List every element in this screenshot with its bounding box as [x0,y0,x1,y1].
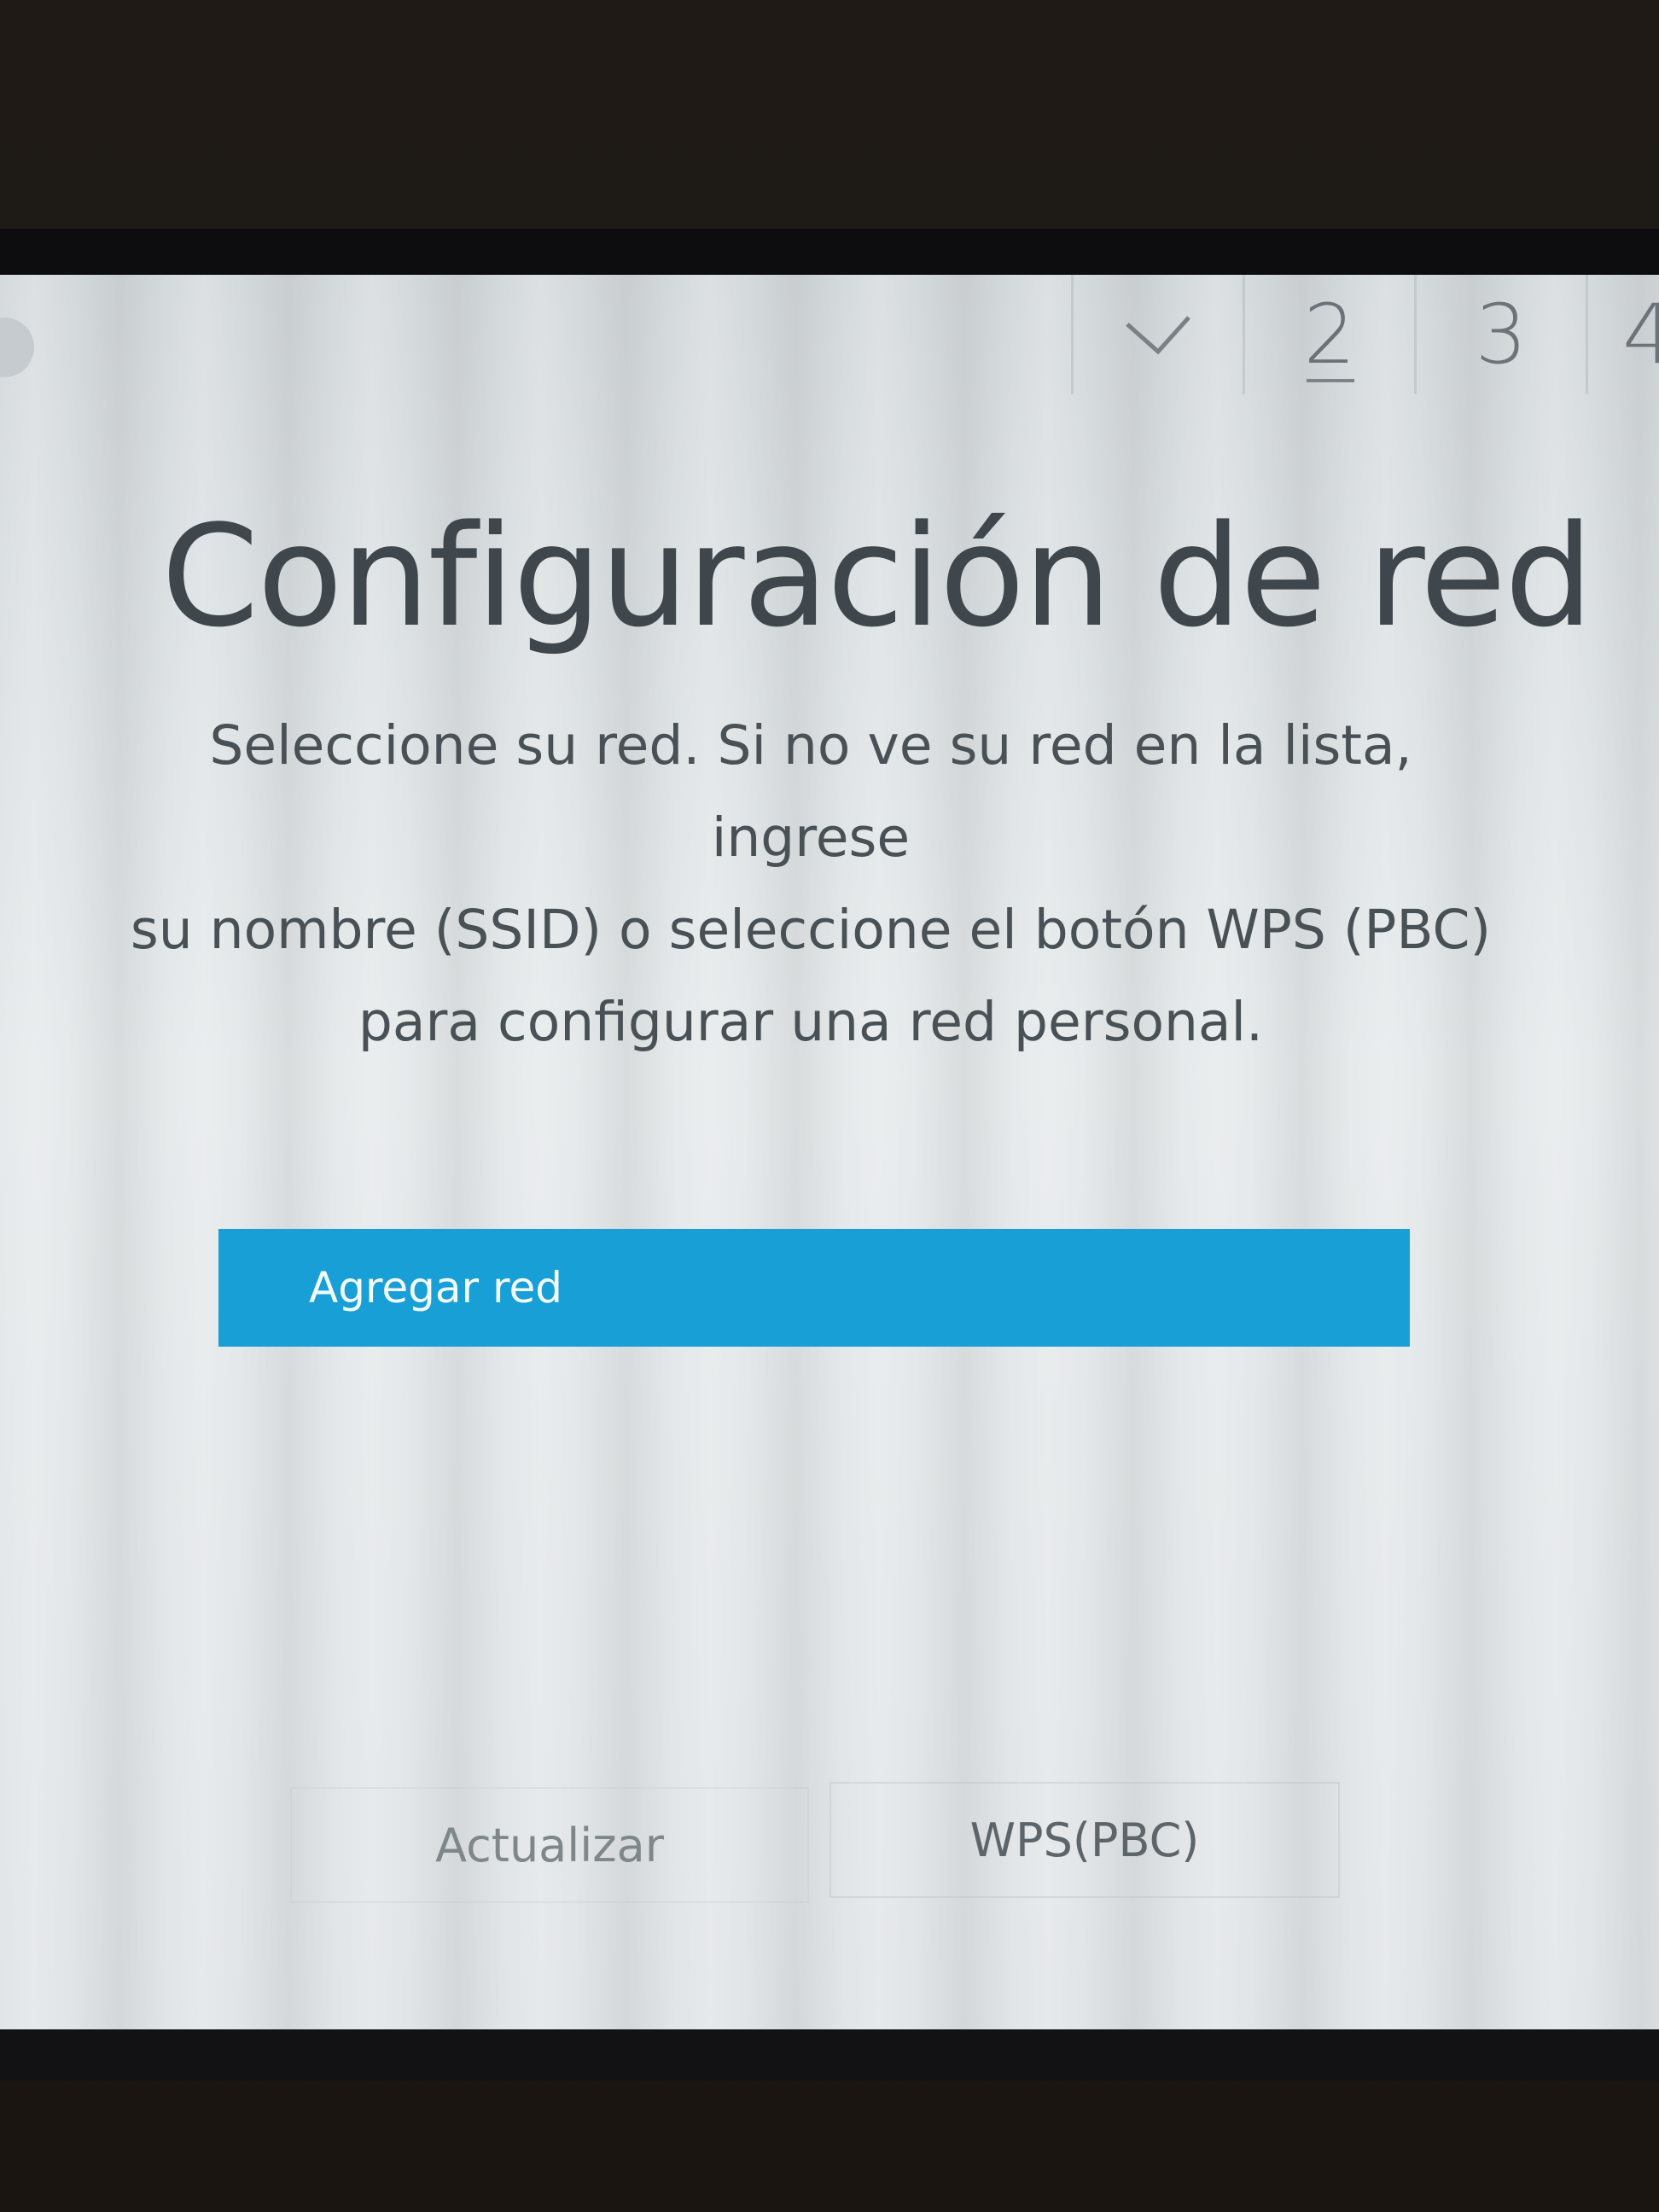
step-2-current: 2 [1243,275,1414,394]
action-bar: Actualizar WPS(PBC) [290,1782,1340,1903]
back-indicator [0,317,34,377]
add-network-label: Agregar red [309,1263,562,1313]
page-title: Configuración de red [160,495,1593,658]
step-number: 4 [1622,287,1659,382]
step-3: 3 [1414,275,1586,394]
setup-progress-steps: 2 3 4 [1071,275,1659,394]
photo-frame: 2 3 4 Configuración de red Seleccione su… [0,0,1659,2212]
step-number: 2 [1303,287,1356,382]
refresh-button[interactable]: Actualizar [290,1787,809,1903]
tv-bezel-top [0,229,1659,276]
instructions-text: Seleccione su red. Si no ve su red en la… [130,714,1492,1053]
tv-bezel-bottom [0,2029,1659,2081]
step-1-completed [1071,275,1243,394]
check-icon [1124,312,1192,357]
add-network-item[interactable]: Agregar red [218,1229,1410,1347]
step-4: 4 [1586,275,1659,394]
tv-screen: 2 3 4 Configuración de red Seleccione su… [0,275,1659,2033]
wps-pbc-button[interactable]: WPS(PBC) [830,1782,1340,1898]
step-number: 3 [1475,287,1528,382]
